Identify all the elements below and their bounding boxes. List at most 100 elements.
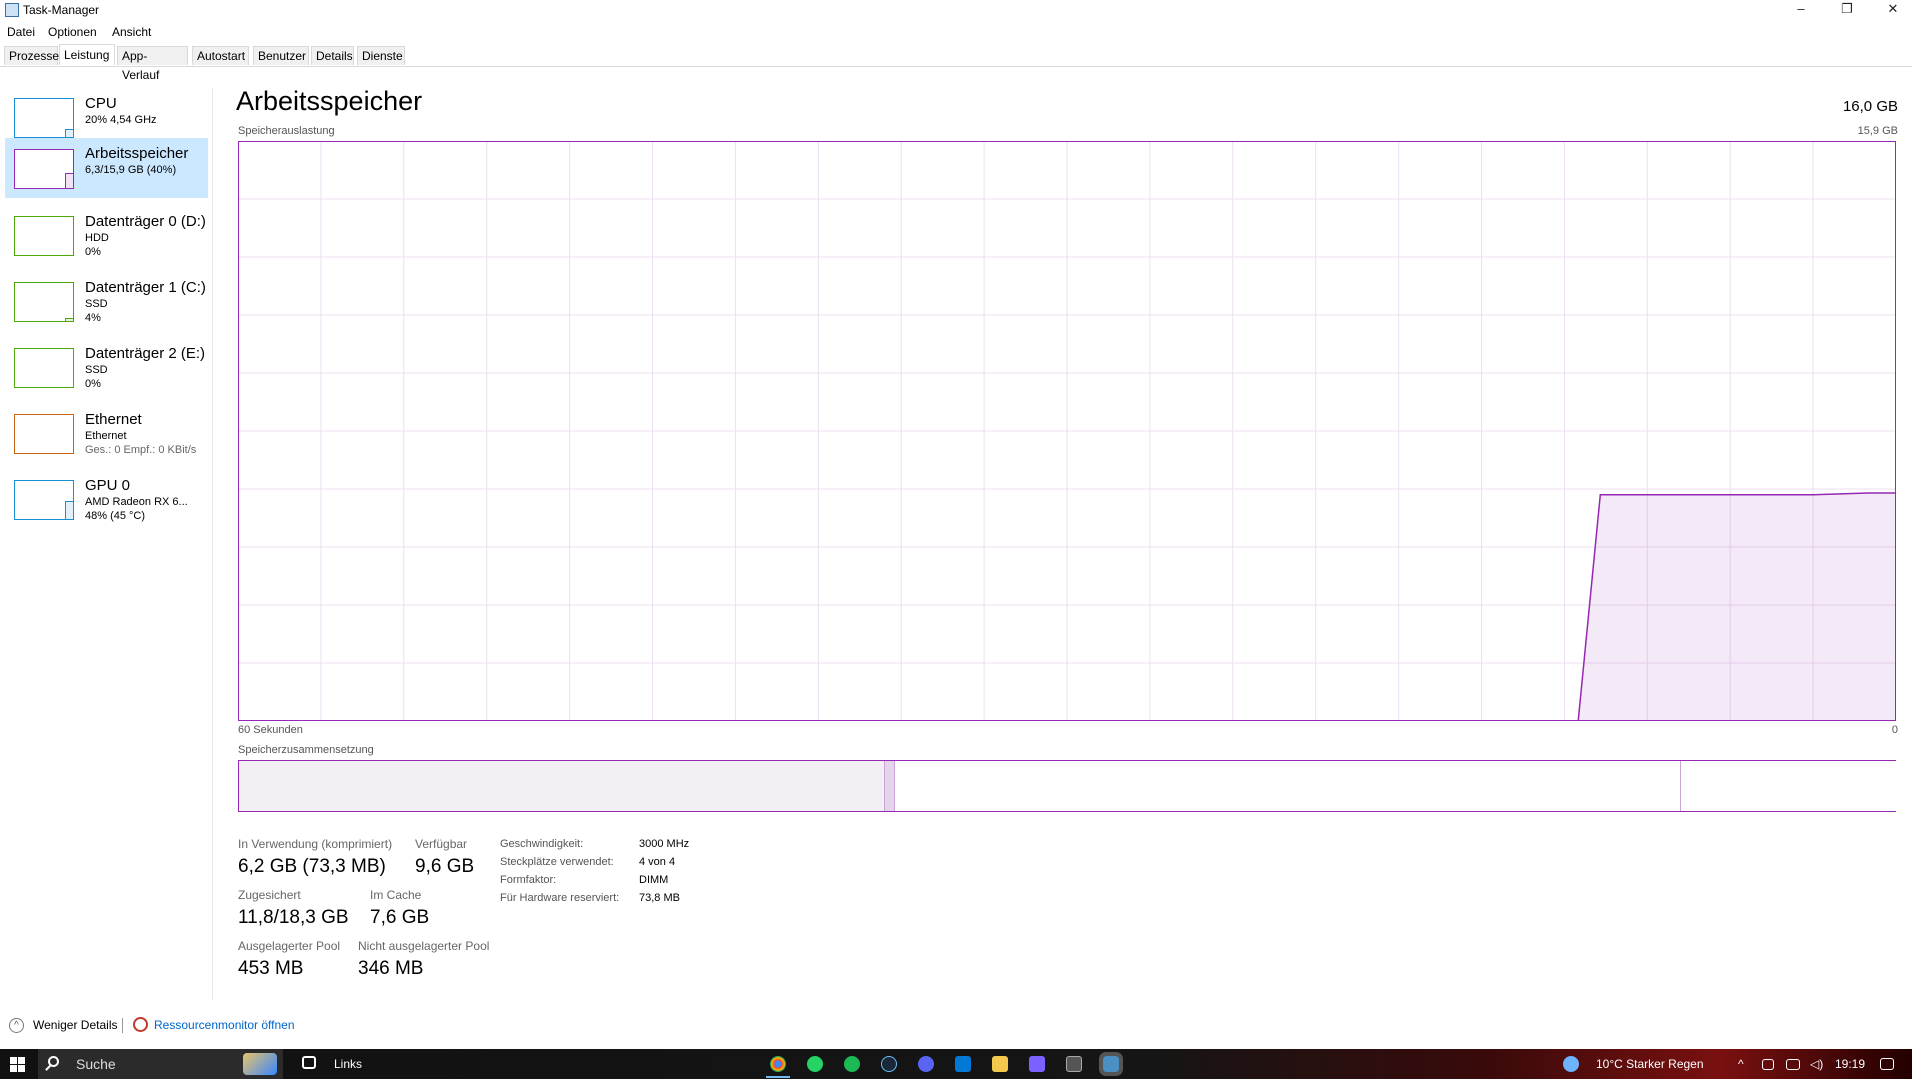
- tab-leistung[interactable]: Leistung: [59, 44, 115, 65]
- sidebar-item-label: Arbeitsspeicher: [85, 145, 189, 162]
- chevron-up-icon[interactable]: ^: [9, 1018, 24, 1033]
- whatsapp-icon[interactable]: [807, 1056, 823, 1072]
- running-indicator: [766, 1076, 790, 1078]
- sidebar-item-gpu-0[interactable]: GPU 0 AMD Radeon RX 6... 48% (45 °C): [5, 470, 208, 528]
- standby-segment: [894, 761, 1682, 811]
- sidebar-item-detail: SSD: [85, 298, 108, 310]
- spec-value: 4 von 4: [639, 856, 676, 868]
- nonpaged-pool-label: Nicht ausgelagerter Pool: [358, 939, 490, 953]
- outlook-icon[interactable]: [955, 1056, 971, 1072]
- minimize-button[interactable]: –: [1778, 0, 1824, 22]
- sidebar-item-detail: 0%: [85, 378, 101, 390]
- footer-bar: ^ Weniger Details Ressourcenmonitor öffn…: [0, 1010, 1912, 1040]
- paged-pool-value: 453 MB: [238, 958, 304, 979]
- menu-optionen[interactable]: Optionen: [48, 25, 97, 39]
- steam-icon[interactable]: [881, 1056, 897, 1072]
- calculator-icon[interactable]: [1066, 1056, 1082, 1072]
- tab-benutzer[interactable]: Benutzer: [253, 46, 309, 65]
- disk-0-thumbnail: [14, 216, 74, 256]
- windows-start-icon[interactable]: [10, 1057, 25, 1072]
- network-icon[interactable]: [1786, 1059, 1800, 1070]
- tablet-icon[interactable]: [1762, 1059, 1774, 1070]
- page-title: Arbeitsspeicher: [236, 86, 423, 116]
- time-axis-right-label: 0: [1891, 724, 1898, 736]
- total-memory: 16,0 GB: [1842, 98, 1898, 115]
- usage-max-label: 15,9 GB: [1857, 125, 1898, 137]
- notification-icon[interactable]: [1880, 1058, 1894, 1070]
- task-manager-icon: [5, 3, 19, 17]
- spec-key: Steckplätze verwendet:: [500, 856, 614, 868]
- sidebar-item-label: Datenträger 1 (C:): [85, 279, 206, 296]
- divider: [122, 1018, 123, 1033]
- thumbnail-level-marker: [65, 173, 73, 188]
- sidebar-item-ethernet[interactable]: Ethernet Ethernet Ges.: 0 Empf.: 0 KBit/…: [5, 404, 208, 462]
- menu-datei[interactable]: Datei: [7, 25, 35, 39]
- tab-bar: Prozesse Leistung App-Verlauf Autostart …: [0, 44, 1912, 82]
- committed-value: 11,8/18,3 GB: [238, 907, 349, 928]
- file-explorer-icon[interactable]: [992, 1056, 1008, 1072]
- sidebar-item-detail: SSD: [85, 364, 108, 376]
- ethernet-thumbnail: [14, 414, 74, 454]
- spec-value: DIMM: [639, 874, 669, 886]
- clock-time[interactable]: 19:19: [1835, 1057, 1865, 1071]
- tab-autostart[interactable]: Autostart: [192, 46, 249, 65]
- gpu-thumbnail: [14, 480, 74, 520]
- chevron-up-icon[interactable]: ^: [1738, 1057, 1744, 1071]
- sidebar-item-datentraeger-2[interactable]: Datenträger 2 (E:) SSD 0%: [5, 338, 208, 396]
- spec-value: 3000 MHz: [639, 838, 690, 850]
- nonpaged-pool-value: 346 MB: [358, 958, 424, 979]
- tab-dienste[interactable]: Dienste: [357, 46, 405, 65]
- thumbnail-level-marker: [65, 501, 73, 519]
- weather-text[interactable]: 10°C Starker Regen: [1596, 1057, 1704, 1071]
- menu-ansicht[interactable]: Ansicht: [112, 25, 151, 39]
- free-segment: [1681, 761, 1897, 811]
- less-details-button[interactable]: Weniger Details: [33, 1018, 117, 1032]
- sidebar: CPU 20% 4,54 GHz Arbeitsspeicher 6,3/15,…: [0, 88, 213, 1000]
- sidebar-item-detail: 6,3/15,9 GB (40%): [85, 164, 177, 176]
- available-label: Verfügbar: [415, 837, 468, 851]
- sidebar-item-arbeitsspeicher[interactable]: Arbeitsspeicher 6,3/15,9 GB (40%): [5, 138, 208, 198]
- tab-details[interactable]: Details: [311, 46, 354, 65]
- search-placeholder: Suche: [76, 1056, 116, 1072]
- disk-2-thumbnail: [14, 348, 74, 388]
- weather-icon[interactable]: [1563, 1056, 1579, 1072]
- sidebar-item-detail: Ethernet: [85, 430, 127, 442]
- tab-prozesse[interactable]: Prozesse: [4, 46, 59, 65]
- cached-label: Im Cache: [370, 888, 422, 902]
- discord-icon[interactable]: [918, 1056, 934, 1072]
- cpu-thumbnail: [14, 98, 74, 138]
- thumbnail-level-marker: [65, 129, 73, 137]
- paged-pool-label: Ausgelagerter Pool: [238, 939, 341, 953]
- memory-composition-bar: [238, 760, 1897, 812]
- spotify-icon[interactable]: [844, 1056, 860, 1072]
- sidebar-item-detail: 20% 4,54 GHz: [85, 114, 157, 126]
- committed-label: Zugesichert: [238, 888, 301, 902]
- memory-usage-chart: [238, 141, 1896, 721]
- sidebar-item-detail: Ges.: 0 Empf.: 0 KBit/s: [85, 444, 197, 456]
- sidebar-item-detail: 48% (45 °C): [85, 510, 146, 522]
- sidebar-item-datentraeger-0[interactable]: Datenträger 0 (D:) HDD 0%: [5, 206, 208, 264]
- volume-icon[interactable]: ◁): [1810, 1057, 1823, 1071]
- sidebar-item-detail: AMD Radeon RX 6...: [85, 496, 188, 508]
- sidebar-item-detail: 4%: [85, 312, 101, 324]
- usage-label: Speicherauslastung: [238, 125, 335, 137]
- close-button[interactable]: ✕: [1870, 0, 1912, 22]
- sidebar-item-label: Datenträger 0 (D:): [85, 213, 206, 230]
- in-use-value: 6,2 GB (73,3 MB): [238, 856, 386, 877]
- chrome-icon[interactable]: [770, 1056, 786, 1072]
- task-manager-taskbar-icon[interactable]: [1099, 1052, 1123, 1076]
- restore-button[interactable]: ❐: [1824, 0, 1870, 22]
- title-bar: Task-Manager – ❐ ✕: [0, 0, 1912, 22]
- spec-key: Für Hardware reserviert:: [500, 892, 620, 904]
- game-controller-icon[interactable]: [1029, 1056, 1045, 1072]
- composition-label: Speicherzusammensetzung: [238, 744, 374, 756]
- links-toolbar[interactable]: Links: [334, 1057, 362, 1071]
- disk-1-thumbnail: [14, 282, 74, 322]
- thumbnail-level-marker: [65, 318, 73, 321]
- tab-app-verlauf[interactable]: App-Verlauf: [117, 46, 188, 82]
- menu-bar: Datei Optionen Ansicht: [0, 22, 1912, 42]
- resource-monitor-link[interactable]: Ressourcenmonitor öffnen: [154, 1018, 295, 1032]
- sidebar-item-datentraeger-1[interactable]: Datenträger 1 (C:) SSD 4%: [5, 272, 208, 330]
- taskbar-search-box[interactable]: Suche: [38, 1049, 283, 1079]
- task-view-icon[interactable]: [302, 1056, 316, 1069]
